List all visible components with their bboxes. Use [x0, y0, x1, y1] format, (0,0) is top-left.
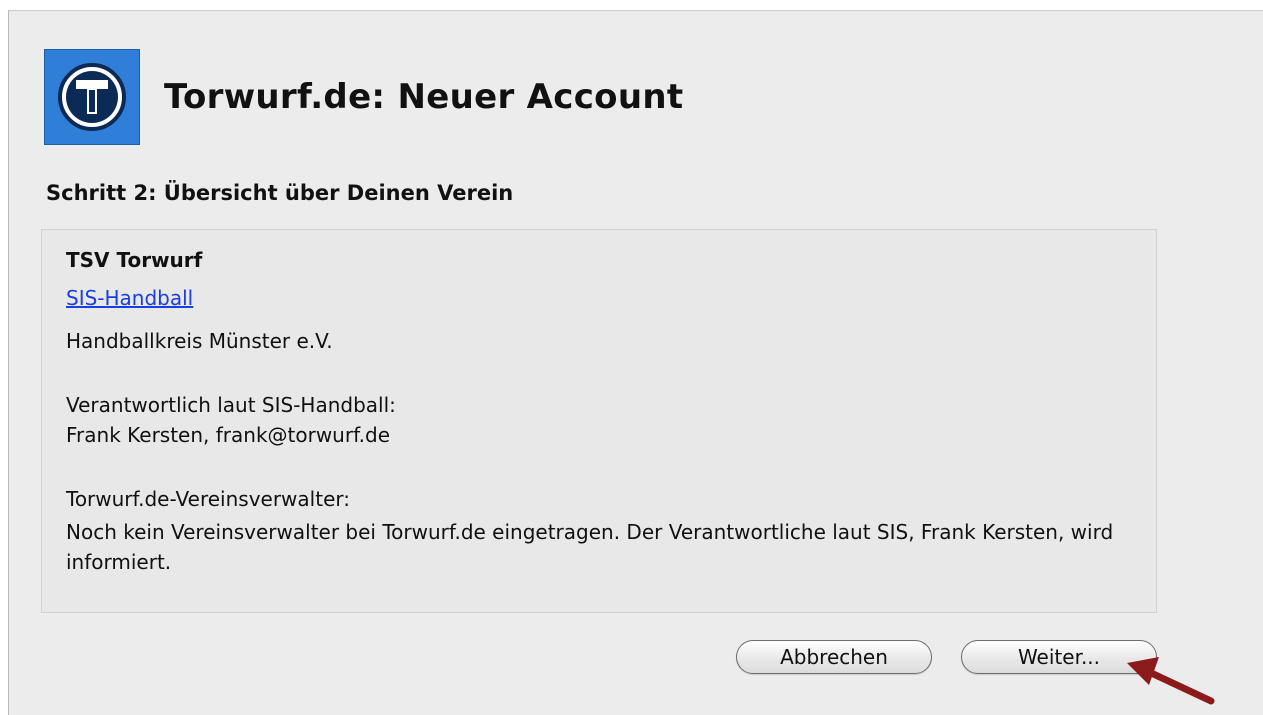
admin-info-text: Noch kein Vereinsverwalter bei Torwurf.d… [66, 520, 1114, 574]
cancel-button[interactable]: Abbrechen [736, 640, 932, 674]
pointer-arrow-icon [1127, 657, 1215, 705]
responsible-contact: Frank Kersten, frank@torwurf.de [66, 423, 391, 447]
club-overview-panel: TSV Torwurf SIS-Handball Handballkreis M… [41, 229, 1157, 613]
torwurf-logo-icon [44, 49, 140, 145]
club-name: TSV Torwurf [66, 248, 203, 272]
association-name: Handballkreis Münster e.V. [66, 329, 333, 353]
dialog-window: Torwurf.de: Neuer Account Schritt 2: Übe… [8, 10, 1263, 715]
sis-handball-link[interactable]: SIS-Handball [66, 286, 193, 310]
responsible-label: Verantwortlich laut SIS-Handball: [66, 393, 396, 417]
step-heading: Schritt 2: Übersicht über Deinen Verein [46, 181, 514, 205]
admin-label: Torwurf.de-Vereinsverwalter: [66, 487, 350, 511]
dialog-title: Torwurf.de: Neuer Account [164, 77, 684, 117]
